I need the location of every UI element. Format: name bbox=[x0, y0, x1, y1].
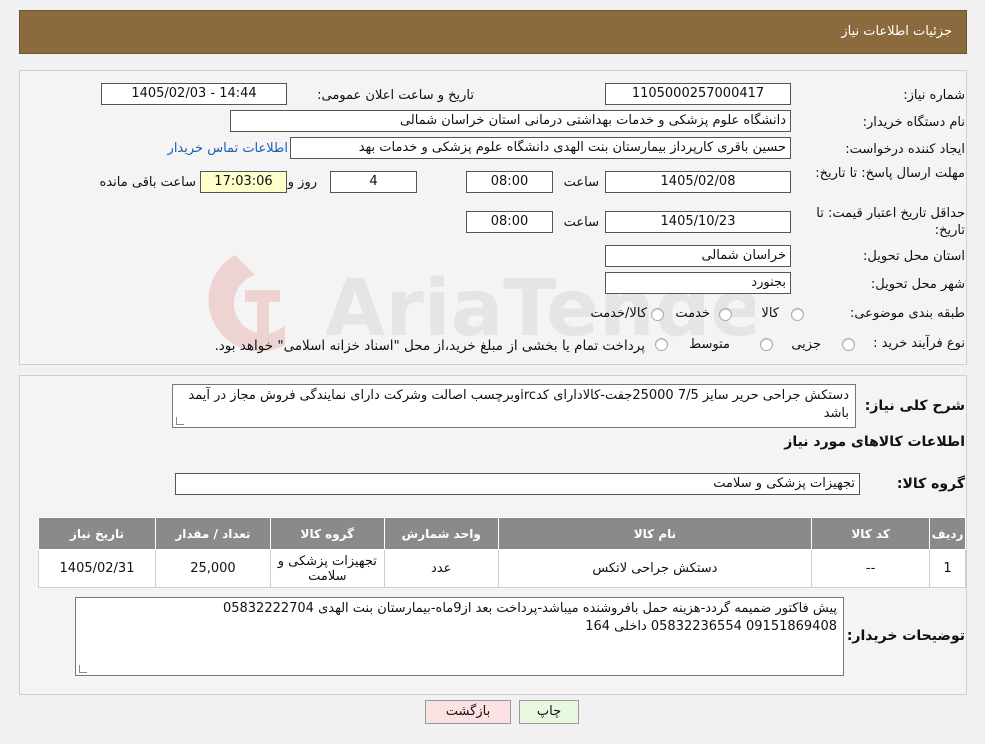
deadline-time-label: ساعت bbox=[563, 175, 599, 190]
need-number-label: شماره نیاز: bbox=[903, 88, 965, 103]
category-label: طبقه بندی موضوعی: bbox=[849, 306, 965, 321]
announce-label: تاریخ و ساعت اعلان عمومی: bbox=[317, 88, 474, 103]
validity-date-field: 1405/10/23 bbox=[605, 211, 791, 233]
goods-table: ردیف کد کالا نام کالا واحد شمارش گروه کا… bbox=[38, 517, 966, 588]
table-header-row: ردیف کد کالا نام کالا واحد شمارش گروه کا… bbox=[38, 517, 966, 550]
col-unit: واحد شمارش bbox=[383, 517, 499, 550]
goods-group-field: تجهیزات پزشکی و سلامت bbox=[175, 473, 860, 495]
page-header: جزئیات اطلاعات نیاز bbox=[19, 10, 967, 54]
city-field: بجنورد bbox=[605, 272, 791, 294]
requester-label: ایجاد کننده درخواست: bbox=[845, 142, 965, 157]
days-field: 4 bbox=[330, 171, 417, 193]
col-name: نام کالا bbox=[497, 517, 813, 550]
col-group: گروه کالا bbox=[269, 517, 385, 550]
description-field: دستکش جراحی حریر سایز 7/5 25000جفت-کالاد… bbox=[172, 384, 856, 428]
remaining-label: ساعت باقی مانده bbox=[99, 175, 196, 190]
description-text: دستکش جراحی حریر سایز 7/5 25000جفت-کالاد… bbox=[188, 388, 849, 421]
validity-time-field: 08:00 bbox=[466, 211, 553, 233]
cell-code: -- bbox=[811, 549, 931, 588]
category-option-service: خدمت bbox=[675, 306, 710, 321]
buyer-org-label: نام دستگاه خریدار: bbox=[862, 115, 965, 130]
goods-group-label: گروه کالا: bbox=[896, 476, 965, 492]
process-radio-treasury[interactable] bbox=[655, 338, 668, 351]
category-radio-goods[interactable] bbox=[791, 308, 804, 321]
cell-row: 1 bbox=[929, 549, 966, 588]
city-label: شهر محل تحویل: bbox=[870, 277, 965, 292]
days-label: روز و bbox=[287, 175, 317, 190]
category-radio-service[interactable] bbox=[719, 308, 732, 321]
buyer-notes-field: پیش فاکتور ضمیمه گردد-هزینه حمل بافروشند… bbox=[75, 597, 844, 676]
col-code: کد کالا bbox=[811, 517, 931, 550]
resize-handle-icon[interactable] bbox=[176, 417, 184, 425]
description-label: شرح کلی نیاز: bbox=[864, 398, 965, 414]
deadline-label: مهلت ارسال پاسخ: تا تاریخ: bbox=[815, 166, 965, 181]
cell-date: 1405/02/31 bbox=[38, 549, 156, 588]
need-number-field: 1105000257000417 bbox=[605, 83, 791, 105]
cell-quantity: 25,000 bbox=[155, 549, 271, 588]
requester-field: حسین باقری کارپرداز بیمارستان بنت الهدی … bbox=[290, 137, 791, 159]
process-note: پرداخت تمام یا بخشی از مبلغ خرید،از محل … bbox=[214, 338, 645, 354]
process-label: نوع فرآیند خرید : bbox=[873, 336, 965, 351]
province-field: خراسان شمالی bbox=[605, 245, 791, 267]
deadline-date-field: 1405/02/08 bbox=[605, 171, 791, 193]
goods-section-title: اطلاعات کالاهای مورد نیاز bbox=[784, 434, 965, 450]
col-row: ردیف bbox=[929, 517, 966, 550]
province-label: استان محل تحویل: bbox=[863, 249, 965, 264]
process-radio-minor[interactable] bbox=[842, 338, 855, 351]
cell-unit: عدد bbox=[383, 549, 499, 588]
page-title: جزئیات اطلاعات نیاز bbox=[841, 24, 952, 39]
deadline-time-field: 08:00 bbox=[466, 171, 553, 193]
remaining-time-field: 17:03:06 bbox=[200, 171, 287, 193]
process-option-minor: جزیی bbox=[791, 337, 821, 352]
cell-name: دستکش جراحی لاتکس bbox=[497, 549, 813, 588]
validity-time-label: ساعت bbox=[563, 215, 599, 230]
cell-group: تجهیزات پزشکی و سلامت bbox=[269, 549, 385, 588]
buyer-notes-line-1: پیش فاکتور ضمیمه گردد-هزینه حمل بافروشند… bbox=[222, 601, 837, 616]
validity-label: حداقل تاریخ اعتبار قیمت: تا تاریخ: bbox=[816, 206, 965, 238]
buyer-notes-label: توضیحات خریدار: bbox=[846, 628, 965, 644]
category-radio-goods-service[interactable] bbox=[651, 308, 664, 321]
announce-datetime-field: 1405/02/03 - 14:44 bbox=[101, 83, 287, 105]
table-row: 1 -- دستکش جراحی لاتکس عدد تجهیزات پزشکی… bbox=[38, 549, 966, 588]
print-button[interactable]: چاپ bbox=[519, 700, 579, 724]
buyer-notes-line-2: 09151869408 05832236554 داخلی 164 bbox=[585, 619, 837, 634]
resize-handle-icon[interactable] bbox=[79, 665, 87, 673]
buyer-contact-link[interactable]: اطلاعات تماس خریدار bbox=[168, 141, 288, 156]
col-date: تاریخ نیاز bbox=[38, 517, 156, 550]
process-radio-medium[interactable] bbox=[760, 338, 773, 351]
category-option-goods-service: کالا/خدمت bbox=[590, 306, 647, 321]
category-option-goods: کالا bbox=[761, 306, 779, 321]
buyer-org-field: دانشگاه علوم پزشکی و خدمات بهداشتی درمان… bbox=[230, 110, 791, 132]
back-button[interactable]: بازگشت bbox=[425, 700, 511, 724]
col-quantity: تعداد / مقدار bbox=[155, 517, 271, 550]
process-option-medium: متوسط bbox=[689, 337, 730, 352]
